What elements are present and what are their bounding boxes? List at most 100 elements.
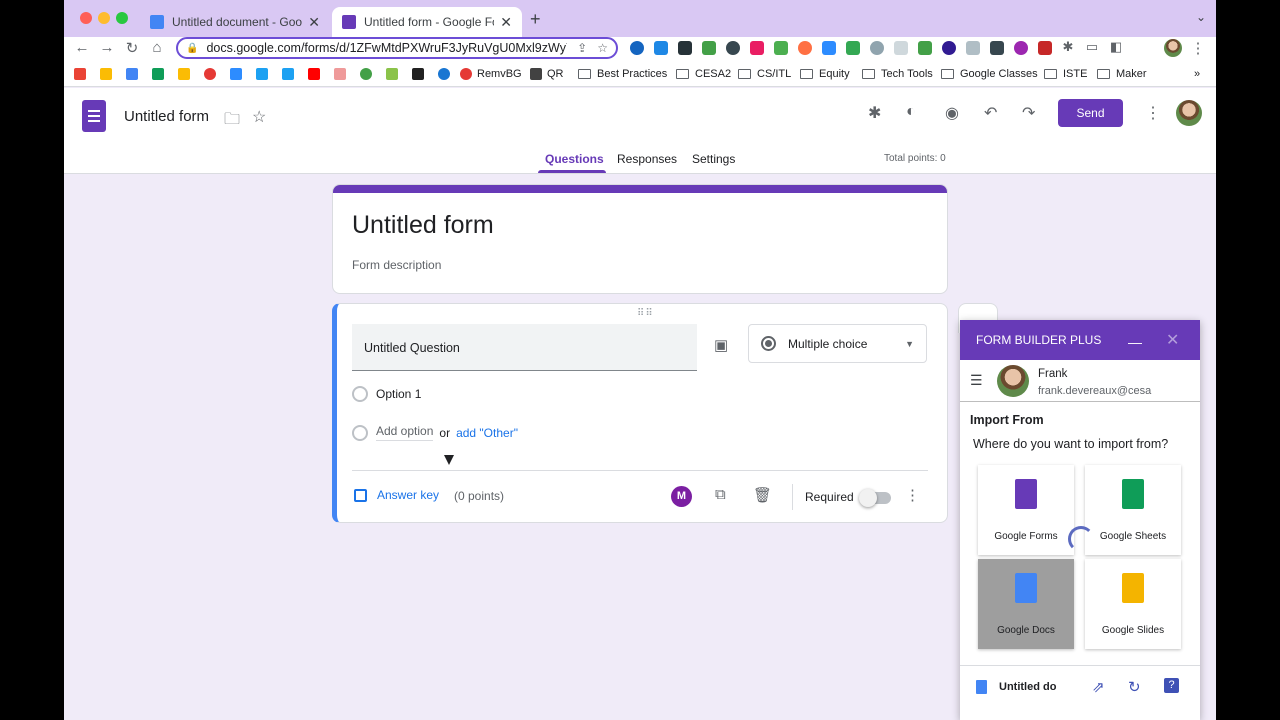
sidepanel-icon[interactable]: ◧ (1106, 39, 1126, 55)
extension-icon[interactable] (750, 41, 764, 55)
tab-close-icon[interactable]: ✕ (500, 14, 512, 31)
tab-settings[interactable]: Settings (692, 152, 735, 166)
address-bar[interactable]: 🔒 docs.google.com/forms/d/1ZFwMtdPXWruF3… (176, 37, 618, 59)
question-more-icon[interactable]: ⋮ (905, 486, 920, 504)
puzzle-extensions-icon[interactable]: ✱ (1058, 39, 1078, 55)
bookmark-star-icon[interactable]: ☆ (597, 41, 608, 55)
undo-icon[interactable]: ↶ (984, 103, 997, 123)
add-other-link[interactable]: add "Other" (456, 426, 518, 440)
tab-responses[interactable]: Responses (617, 152, 677, 166)
preview-eye-icon[interactable]: ◉ (945, 103, 959, 123)
extension-icon[interactable] (918, 41, 932, 55)
source-google-forms-tile[interactable]: Google Forms (978, 465, 1074, 555)
extension-icon[interactable] (894, 41, 908, 55)
source-google-docs-tile[interactable]: Google Docs (978, 559, 1074, 649)
bookmark-folder-cs-itl[interactable]: CS/ITL (738, 66, 791, 82)
addons-puzzle-icon[interactable]: ✱ (868, 103, 881, 123)
bookmark-icon[interactable] (230, 66, 247, 82)
source-google-sheets-tile[interactable]: Google Sheets (1085, 465, 1181, 555)
tab-search-icon[interactable]: ⌄ (1196, 10, 1206, 24)
extension-icon[interactable] (846, 41, 860, 55)
duplicate-icon[interactable]: ⧉ (715, 486, 726, 503)
extension-icon[interactable] (990, 41, 1004, 55)
extension-icon[interactable] (1014, 41, 1028, 55)
answer-key-button[interactable]: Answer key (354, 488, 439, 502)
tab-close-icon[interactable]: ✕ (308, 14, 320, 31)
bookmark-folder-google-classes[interactable]: Google Classes (941, 66, 1038, 82)
star-icon[interactable]: ☆ (252, 107, 266, 127)
bookmark-drive[interactable] (100, 66, 117, 82)
hamburger-menu-icon[interactable]: ☰ (970, 372, 983, 389)
extension-icon[interactable] (702, 41, 716, 55)
more-options-icon[interactable]: ⋮ (1145, 103, 1161, 123)
minimize-window-button[interactable] (98, 12, 110, 24)
google-forms-logo-icon[interactable] (82, 100, 106, 132)
bookmark-remvbg[interactable]: RemvBG (460, 66, 522, 82)
bookmark-gmail[interactable] (74, 66, 91, 82)
document-title[interactable]: Untitled form (124, 108, 209, 125)
share-icon[interactable]: ⇪ (577, 41, 587, 55)
extension-icon[interactable] (726, 41, 740, 55)
bookmark-youtube[interactable] (308, 66, 325, 82)
tab-questions[interactable]: Questions (545, 152, 604, 166)
bookmark-folder-best-practices[interactable]: Best Practices (578, 66, 667, 82)
refresh-icon[interactable]: ↻ (1128, 678, 1141, 696)
close-window-button[interactable] (80, 12, 92, 24)
forward-icon[interactable]: → (97, 39, 117, 56)
bookmark-keep[interactable] (178, 66, 195, 82)
bookmarks-overflow-button[interactable]: » (1194, 66, 1200, 82)
question-card[interactable]: ⠿⠿ Untitled Question ▣ Multiple choice ▼… (332, 303, 948, 523)
add-option-input[interactable]: Add option (376, 424, 434, 441)
option-1-input[interactable]: Option 1 (376, 387, 421, 401)
bookmark-folder-tech-tools[interactable]: Tech Tools (862, 66, 933, 82)
bookmark-folder-cesa2[interactable]: CESA2 (676, 66, 731, 82)
extension-icon[interactable] (774, 41, 788, 55)
customize-theme-icon[interactable]: ◐ (906, 103, 916, 121)
bookmark-folder-equity[interactable]: Equity (800, 66, 850, 82)
extension-icon[interactable] (870, 41, 884, 55)
move-to-folder-icon[interactable]: 🗀 (224, 108, 240, 135)
extension-icon[interactable] (798, 41, 812, 55)
help-icon[interactable]: ? (1164, 678, 1179, 693)
bookmark-icon[interactable] (438, 66, 455, 82)
extension-icon[interactable] (942, 41, 956, 55)
bookmark-icon[interactable] (412, 66, 429, 82)
formbuilder-addon-icon[interactable]: M (671, 486, 692, 507)
question-type-dropdown[interactable]: Multiple choice ▼ (748, 324, 927, 363)
source-google-slides-tile[interactable]: Google Slides (1085, 559, 1181, 649)
browser-menu-icon[interactable]: ⋮ (1188, 39, 1208, 57)
home-icon[interactable]: ⌂ (147, 39, 167, 56)
bookmark-twitter[interactable] (256, 66, 273, 82)
open-external-icon[interactable]: ⇗ (1092, 678, 1105, 696)
extension-icon[interactable] (630, 41, 644, 55)
profile-avatar[interactable] (1164, 39, 1182, 57)
bookmark-qr[interactable]: QR (530, 66, 564, 82)
add-image-icon[interactable]: ▣ (714, 336, 728, 354)
bookmark-folder-maker[interactable]: Maker (1097, 66, 1147, 82)
bookmark-calendar[interactable] (126, 66, 143, 82)
extension-icon[interactable] (822, 41, 836, 55)
cast-icon[interactable]: ▭ (1082, 39, 1102, 55)
redo-icon[interactable]: ↷ (1022, 103, 1035, 123)
tab-docs[interactable]: Untitled document - Google Do ✕ (140, 7, 330, 37)
bookmark-icon[interactable] (386, 66, 403, 82)
bookmark-folder-iste[interactable]: ISTE (1044, 66, 1087, 82)
extension-icon[interactable] (654, 41, 668, 55)
zoom-window-button[interactable] (116, 12, 128, 24)
extension-icon[interactable] (678, 41, 692, 55)
bookmark-classroom[interactable] (152, 66, 169, 82)
required-toggle[interactable] (859, 489, 891, 507)
tab-forms[interactable]: Untitled form - Google Forms ✕ (332, 7, 522, 37)
close-icon[interactable]: ✕ (1166, 330, 1179, 350)
minimize-icon[interactable]: — (1128, 334, 1142, 350)
back-icon[interactable]: ← (72, 39, 92, 56)
bookmark-icon[interactable] (204, 66, 221, 82)
bookmark-twitter[interactable] (282, 66, 299, 82)
form-title-input[interactable]: Untitled form (352, 211, 494, 240)
bookmark-icon[interactable] (360, 66, 377, 82)
account-avatar[interactable] (1176, 100, 1202, 126)
extension-icon[interactable] (966, 41, 980, 55)
question-title-input[interactable]: Untitled Question (352, 324, 697, 371)
new-tab-button[interactable]: + (530, 9, 541, 30)
send-button[interactable]: Send (1058, 99, 1123, 127)
